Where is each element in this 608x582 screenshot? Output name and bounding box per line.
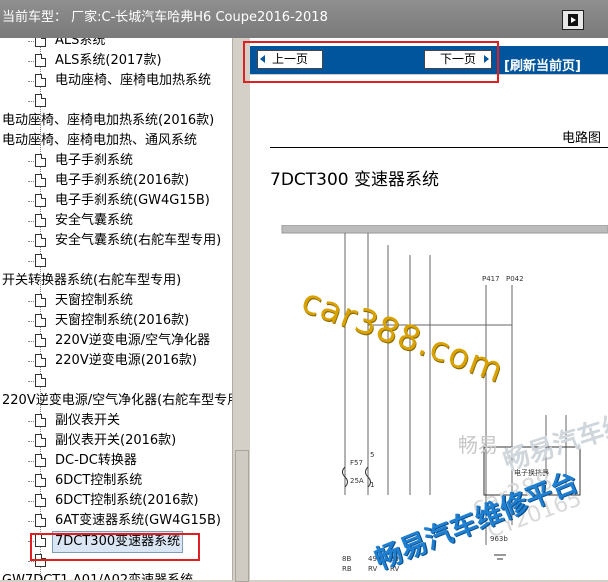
tree-item[interactable]: 6AT变速器系统(GW4G15B) — [0, 511, 232, 531]
section-label: 电路图 — [562, 131, 602, 146]
bottom-label-4: RV — [368, 565, 377, 573]
tree-item[interactable]: 天窗控制系统(2016款) — [0, 311, 232, 331]
document-icon — [35, 94, 46, 107]
tree-group-item[interactable]: 电动座椅、座椅电加热、通风系统 — [0, 131, 232, 151]
tree-item[interactable]: 220V逆变电源/空气净化器 — [0, 331, 232, 351]
tree-item-label: 天窗控制系统 — [55, 293, 134, 308]
tree-item-label: 220V逆变电源/空气净化器(右舵车型专用 — [2, 393, 232, 408]
tree-item[interactable]: ALS系统(2017款) — [0, 51, 232, 71]
document-icon — [35, 174, 46, 187]
diagram-page: 电路图 7DCT300 变速器系统 P417 P042 F57 25A 5 1 … — [250, 74, 608, 580]
document-icon — [35, 514, 46, 527]
document-icon — [35, 254, 46, 267]
tree-group-item[interactable]: GW7DCT1-A01/A02变速器系统 — [0, 571, 232, 580]
document-icon — [35, 374, 46, 387]
document-icon — [35, 154, 46, 167]
tree-item[interactable]: 6DCT控制系统 — [0, 471, 232, 491]
tree-item[interactable]: DC-DC转换器 — [0, 451, 232, 471]
tree-item-label: 220V逆变电源(2016款) — [55, 353, 197, 368]
document-icon — [35, 38, 46, 47]
fuse-row-5: 5 — [370, 451, 374, 459]
tree-item-label: ALS系统(2017款) — [55, 53, 162, 68]
header-rule — [270, 147, 608, 148]
selected-item-highlight-box — [30, 533, 200, 561]
diagram-title: 7DCT300 变速器系统 — [270, 170, 440, 190]
tree-item[interactable]: ALS系统 — [0, 38, 232, 51]
tree-item[interactable]: 副仪表开关(2016款) — [0, 431, 232, 451]
tree-item[interactable] — [0, 91, 232, 111]
tree-item-label: 电子手刹系统 — [55, 153, 134, 168]
tree-item[interactable]: 副仪表开关 — [0, 411, 232, 431]
document-icon — [35, 414, 46, 427]
tree-item[interactable]: 电子手刹系统(GW4G15B) — [0, 191, 232, 211]
tree-scrollbar[interactable] — [232, 38, 251, 582]
tree-group-item[interactable]: 电动座椅、座椅电加热系统(2016款) — [0, 111, 232, 131]
tree-item[interactable]: 6DCT控制系统(2016款) — [0, 491, 232, 511]
tree-item-label: DC-DC转换器 — [55, 453, 137, 468]
bottom-label-1: 8B — [342, 555, 351, 563]
tree-item[interactable]: 电子手刹系统(2016款) — [0, 171, 232, 191]
tree-item[interactable] — [0, 251, 232, 271]
tree-item[interactable]: 220V逆变电源(2016款) — [0, 351, 232, 371]
tree-item-label: 副仪表开关(2016款) — [55, 433, 177, 448]
tree-item-label: 6AT变速器系统(GW4G15B) — [55, 513, 221, 528]
tree-item-label: 副仪表开关 — [55, 413, 121, 428]
watermark-changyi: 畅易 — [458, 433, 498, 457]
tree-item[interactable]: 电动座椅、座椅电加热系统 — [0, 71, 232, 91]
tree-item-label: ALS系统 — [55, 38, 106, 48]
fuse-label-25a: 25A — [350, 477, 364, 485]
document-icon — [35, 454, 46, 467]
document-icon — [35, 494, 46, 507]
tree-item-label: 220V逆变电源/空气净化器 — [55, 333, 211, 348]
scrollbar-thumb[interactable] — [235, 450, 249, 582]
tree-item-label: 电动座椅、座椅电加热、通风系统 — [2, 133, 198, 148]
wire-label-p042: P042 — [506, 275, 524, 283]
title-bar: 当前车型： 厂家:C-长城汽车哈弗H6 Coupe2016-2018 — [0, 0, 608, 38]
refresh-page-link[interactable]: [刷新当前页] — [504, 55, 581, 74]
tree-item[interactable]: 安全气囊系统(右舵车型专用) — [0, 231, 232, 251]
document-icon — [35, 434, 46, 447]
document-icon — [35, 294, 46, 307]
tree-item-label: 安全气囊系统(右舵车型专用) — [55, 233, 222, 248]
fuse-label-f57: F57 — [350, 459, 363, 467]
document-icon — [35, 234, 46, 247]
document-icon — [35, 354, 46, 367]
document-viewer: 上一页 下一页 [刷新当前页] 电路图 7DCT300 变速器系统 P417 P… — [250, 38, 608, 580]
tree-item-label: 电动座椅、座椅电加热系统 — [55, 73, 212, 88]
tree-item-label: 天窗控制系统(2016款) — [55, 313, 190, 328]
tree-item[interactable]: 天窗控制系统 — [0, 291, 232, 311]
tree-item-label: GW7DCT1-A01/A02变速器系统 — [2, 571, 193, 580]
tree-item[interactable] — [0, 371, 232, 391]
document-icon — [35, 314, 46, 327]
bottom-label-2: RB — [342, 565, 352, 573]
window-title: 当前车型： 厂家:C-长城汽车哈弗H6 Coupe2016-2018 — [2, 10, 328, 25]
tree-group-item[interactable]: 开关转换器系统(右舵车型专用) — [0, 271, 232, 291]
tree-item-label: 安全气囊系统 — [55, 213, 134, 228]
wire-label-p417: P417 — [482, 275, 500, 283]
document-icon — [35, 74, 46, 87]
power-bus — [281, 225, 608, 234]
document-icon — [35, 474, 46, 487]
document-icon — [35, 54, 46, 67]
tree-group-item[interactable]: 220V逆变电源/空气净化器(右舵车型专用 — [0, 391, 232, 411]
toggle-panel-button[interactable] — [562, 10, 584, 30]
tree-item[interactable]: 安全气囊系统 — [0, 211, 232, 231]
document-icon — [35, 194, 46, 207]
tree-item-label: 电子手刹系统(GW4G15B) — [55, 193, 210, 208]
document-icon — [35, 334, 46, 347]
system-tree[interactable]: ALS系统 ALS系统(2017款) 电动座椅、座椅电加热系统电动座椅、座椅电加热系… — [0, 38, 232, 580]
tree-item-label: 开关转换器系统(右舵车型专用) — [2, 273, 182, 288]
tree-item-label: 6DCT控制系统(2016款) — [55, 493, 199, 508]
document-icon — [35, 214, 46, 227]
tree-item-label: 6DCT控制系统 — [55, 473, 143, 488]
nav-highlight-box — [243, 41, 499, 83]
tree-item-label: 电动座椅、座椅电加热系统(2016款) — [2, 113, 215, 128]
tree-item-label: 电子手刹系统(2016款) — [55, 173, 190, 188]
play-arrow-icon — [571, 17, 576, 23]
tree-item[interactable]: 电子手刹系统 — [0, 151, 232, 171]
fuse-row-1: 1 — [370, 481, 374, 489]
